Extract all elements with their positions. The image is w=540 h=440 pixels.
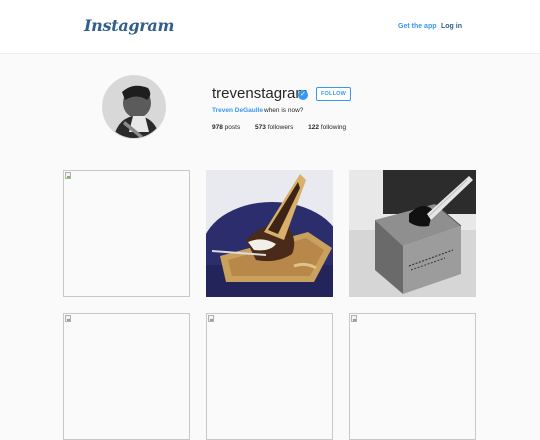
- following-count: 122: [308, 124, 320, 131]
- profile-stats: 978 posts 573 followers 122 following: [212, 124, 359, 131]
- verified-badge-icon: ✓: [298, 90, 308, 100]
- following-label: following: [320, 124, 347, 131]
- post-thumbnail[interactable]: [206, 313, 333, 440]
- post-thumbnail[interactable]: [206, 170, 333, 297]
- profile-avatar[interactable]: [102, 75, 166, 139]
- following-stat[interactable]: 122 following: [308, 124, 346, 131]
- posts-count: 978: [212, 124, 223, 131]
- box-and-axe-photo: [349, 170, 476, 297]
- top-navigation-bar: Instagram Get the app Log in: [0, 0, 540, 54]
- posts-label: posts: [224, 124, 241, 131]
- broken-image-icon: [65, 172, 71, 179]
- broken-image-icon: [208, 315, 214, 322]
- followers-stat[interactable]: 573 followers: [255, 124, 293, 131]
- broken-image-icon: [65, 315, 71, 322]
- profile-full-name[interactable]: Treven DeGaulle: [212, 107, 263, 114]
- post-thumbnail[interactable]: [63, 313, 190, 440]
- instagram-logo[interactable]: Instagram: [84, 16, 174, 35]
- post-thumbnail[interactable]: [63, 170, 190, 297]
- follow-button[interactable]: FOLLOW: [316, 87, 351, 101]
- post-thumbnail[interactable]: [349, 313, 476, 440]
- profile-bio: when is now?: [264, 107, 304, 114]
- post-thumbnail[interactable]: [349, 170, 476, 297]
- profile-username: trevenstagram: [212, 85, 308, 102]
- followers-count: 573: [255, 124, 266, 131]
- dessert-photo: [206, 170, 333, 297]
- posts-stat: 978 posts: [212, 124, 240, 131]
- log-in-link[interactable]: Log in: [441, 23, 462, 30]
- broken-image-icon: [351, 315, 357, 322]
- avatar-photo: [103, 76, 165, 138]
- get-the-app-link[interactable]: Get the app: [398, 23, 437, 30]
- followers-label: followers: [267, 124, 294, 131]
